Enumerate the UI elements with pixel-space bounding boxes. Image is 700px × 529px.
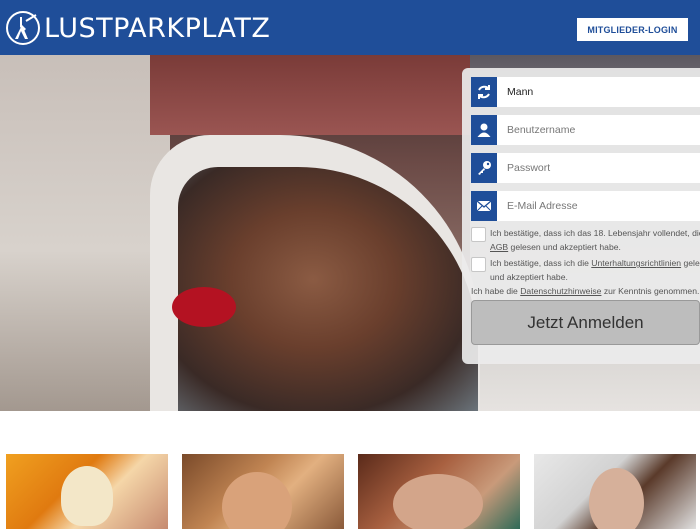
envelope-icon [471,191,497,221]
rules-consent-text-line2: und akzeptiert habe. [490,272,568,282]
profile-thumbnail[interactable] [358,454,520,529]
email-input[interactable] [497,191,700,221]
username-field[interactable] [471,115,700,145]
profile-thumbnail[interactable] [534,454,696,529]
key-icon [471,153,497,183]
gender-select-value[interactable]: Mann [497,77,700,107]
profile-thumbnails [0,454,700,529]
rules-consent-row: Ich bestätige, dass ich die Unterhaltung… [471,256,700,284]
rules-consent-line2: und akzeptiert habe. [490,270,700,284]
site-header: LUSTPARKPLATZ MITGLIEDER-LOGIN [0,0,700,55]
rules-consent-text-before: Ich bestätige, dass ich die [490,258,592,268]
user-icon [471,115,497,145]
register-submit-button[interactable]: Jetzt Anmelden [471,300,700,345]
password-input[interactable] [497,153,700,183]
hero-car-roof [150,55,470,135]
profile-thumbnail[interactable] [182,454,344,529]
site-logo[interactable]: LUSTPARKPLATZ [6,8,270,48]
profile-photo [393,474,483,529]
privacy-notice: Ich habe die Datenschutzhinweise zur Ken… [471,286,700,296]
age-consent-row: Ich bestätige, dass ich das 18. Lebensja… [471,226,700,254]
profile-thumbnail[interactable] [6,454,168,529]
agb-link[interactable]: AGB [490,242,508,252]
rules-consent-text-after: geles [683,258,700,268]
privacy-link[interactable]: Datenschutzhinweise [520,286,601,296]
logo-mark-icon [6,11,40,45]
privacy-text-before: Ich habe die [471,286,521,296]
age-consent-checkbox[interactable] [471,227,486,242]
hero-mirror-glass [178,167,478,411]
gender-select[interactable]: Mann [471,77,700,107]
age-consent-text: Ich bestätige, dass ich das 18. Lebensja… [490,226,700,254]
age-consent-text-before: Ich bestätige, dass ich das 18. Lebensja… [490,228,700,238]
profile-photo [61,466,113,526]
hero-background [0,55,170,411]
rules-consent-line1: Ich bestätige, dass ich die Unterhaltung… [490,256,700,270]
profile-photo [222,472,292,529]
profile-photo [589,468,644,529]
password-field[interactable] [471,153,700,183]
age-consent-line1: Ich bestätige, dass ich das 18. Lebensja… [490,226,700,240]
age-consent-line2: AGB gelesen und akzeptiert habe. [490,240,700,254]
refresh-icon [471,77,497,107]
age-consent-text-after: gelesen und akzeptiert habe. [508,242,621,252]
privacy-text-after: zur Kenntnis genommen. [601,286,700,296]
logo-text: LUSTPARKPLATZ [44,12,271,44]
guidelines-link[interactable]: Unterhaltungsrichtlinien [591,258,681,268]
rules-consent-text: Ich bestätige, dass ich die Unterhaltung… [490,256,700,284]
hero-lips [172,287,236,327]
email-field[interactable] [471,191,700,221]
member-login-button[interactable]: MITGLIEDER-LOGIN [577,18,688,41]
rules-consent-checkbox[interactable] [471,257,486,272]
username-input[interactable] [497,115,700,145]
